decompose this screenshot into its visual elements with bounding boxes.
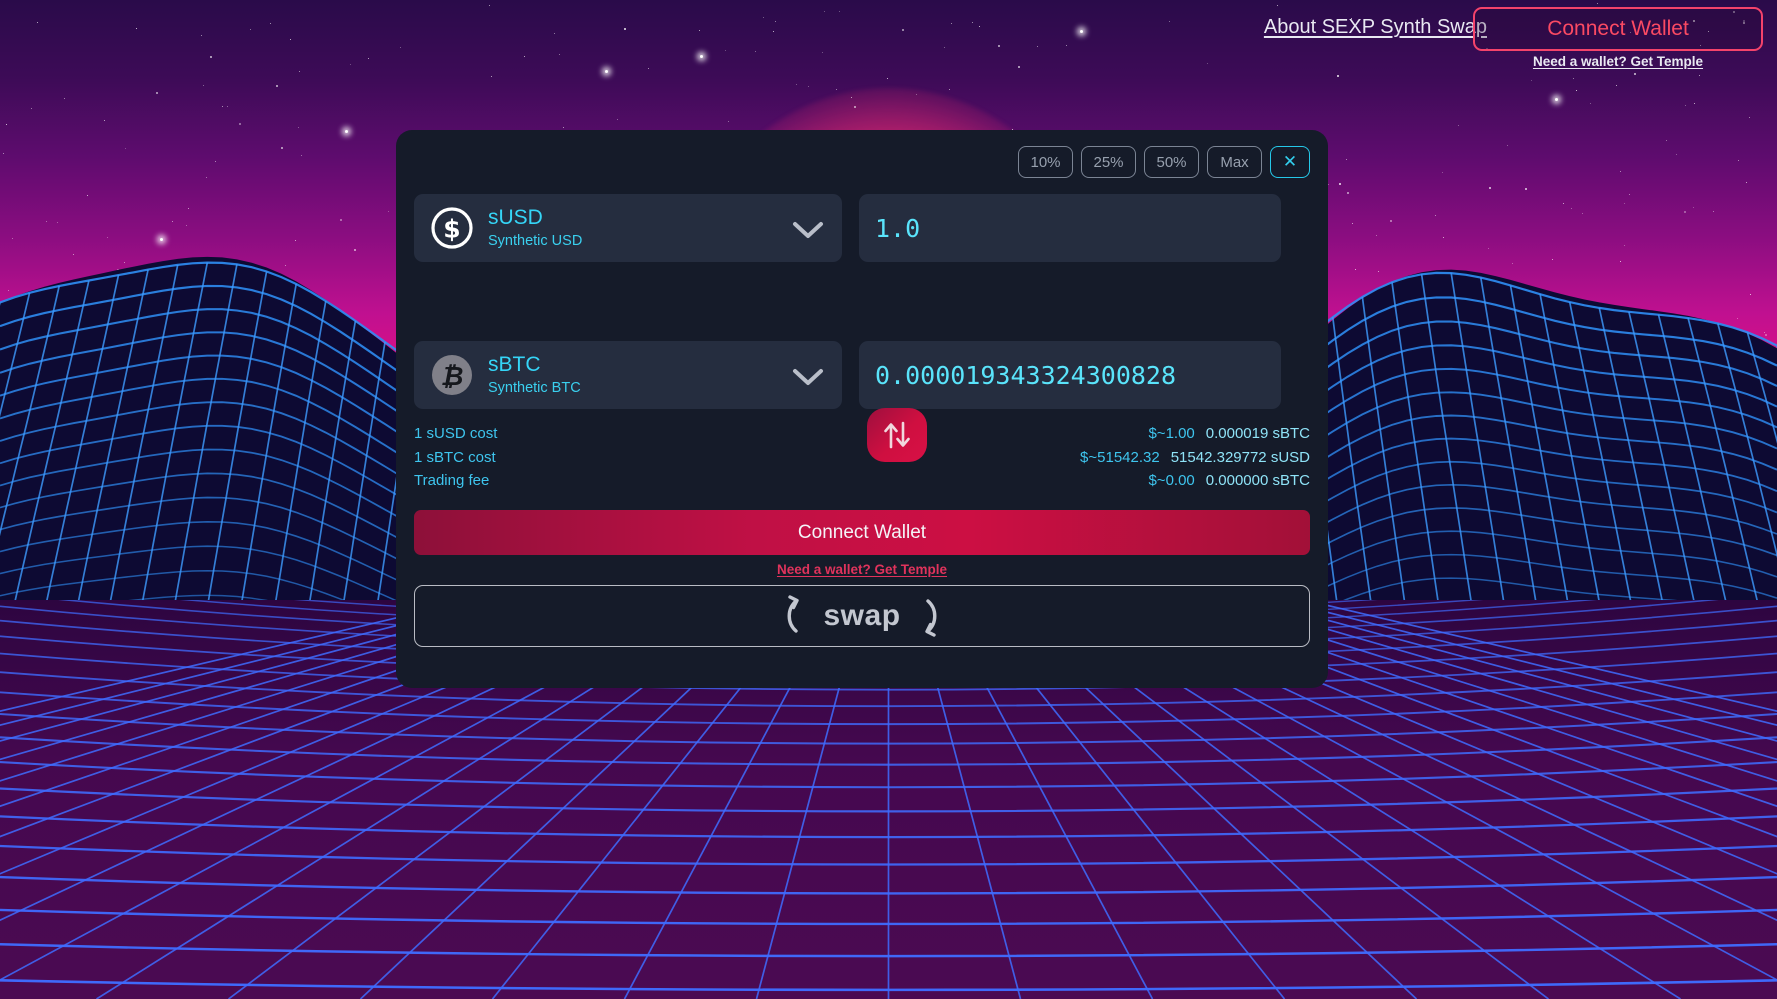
detail-values: $~1.00 0.000019 sBTC	[1148, 425, 1310, 442]
to-amount-input[interactable]: 0.000019343324300828	[859, 341, 1281, 409]
svg-text:₿: ₿	[441, 362, 464, 392]
detail-row: Trading fee $~0.00 0.000000 sBTC	[414, 472, 1310, 496]
from-token-text: sUSD Synthetic USD	[488, 206, 582, 251]
percent-button-10[interactable]: 10%	[1018, 146, 1073, 178]
percent-button-50[interactable]: 50%	[1144, 146, 1199, 178]
close-icon[interactable]: ✕	[1270, 146, 1310, 178]
dollar-coin-icon: $	[431, 207, 473, 249]
detail-values: $~0.00 0.000000 sBTC	[1148, 472, 1310, 489]
detail-label: 1 sBTC cost	[414, 448, 496, 466]
get-temple-link-header[interactable]: Need a wallet? Get Temple	[1473, 54, 1763, 69]
swap-direction-button[interactable]	[867, 408, 927, 462]
detail-usd: $~0.00	[1148, 472, 1195, 489]
chevron-down-icon	[793, 369, 823, 385]
from-token-row: $ sUSD Synthetic USD 1.0	[414, 194, 1281, 262]
to-token-row: ₿ sBTC Synthetic BTC 0.00001934332430082…	[414, 341, 1281, 409]
from-token-select[interactable]: $ sUSD Synthetic USD	[414, 194, 842, 262]
chevron-down-icon	[793, 222, 823, 238]
page-header: About SEXP Synth Swap Connect Wallet Nee…	[0, 0, 1777, 90]
percent-button-25[interactable]: 25%	[1081, 146, 1136, 178]
rate-details: 1 sUSD cost $~1.00 0.000019 sBTC 1 sBTC …	[414, 425, 1310, 496]
bitcoin-coin-icon: ₿	[432, 355, 472, 395]
from-amount-input[interactable]: 1.0	[859, 194, 1281, 262]
swap-brand-text: swap	[823, 599, 901, 632]
percent-button-max[interactable]: Max	[1207, 146, 1262, 178]
percent-button-group: 10% 25% 50% Max ✕	[1018, 146, 1310, 178]
to-token-text: sBTC Synthetic BTC	[488, 353, 581, 398]
from-token-symbol: sUSD	[488, 205, 543, 229]
to-token-select[interactable]: ₿ sBTC Synthetic BTC	[414, 341, 842, 409]
detail-amount: 0.000019 sBTC	[1205, 425, 1310, 442]
get-temple-link-card[interactable]: Need a wallet? Get Temple	[414, 562, 1310, 577]
detail-label: 1 sUSD cost	[414, 425, 498, 442]
detail-label: Trading fee	[414, 472, 490, 489]
detail-row: 1 sBTC cost $~51542.32 51542.329772 sUSD	[414, 449, 1310, 473]
detail-usd: $~51542.32	[1080, 448, 1160, 466]
from-token-name: Synthetic USD	[488, 232, 583, 249]
connect-wallet-button-card[interactable]: Connect Wallet	[414, 510, 1310, 555]
to-token-name: Synthetic BTC	[488, 379, 581, 396]
connect-wallet-button-header[interactable]: Connect Wallet	[1473, 7, 1763, 51]
about-link[interactable]: About SEXP Synth Swap	[1264, 16, 1487, 39]
detail-usd: $~1.00	[1148, 425, 1195, 442]
svg-text:$: $	[443, 215, 460, 244]
swap-brand-logo[interactable]: swap	[414, 585, 1310, 647]
detail-amount: 51542.329772 sUSD	[1170, 448, 1310, 466]
swap-card: 10% 25% 50% Max ✕ $ sUSD Synthetic USD 1…	[396, 130, 1328, 688]
detail-values: $~51542.32 51542.329772 sUSD	[1080, 449, 1310, 466]
detail-amount: 0.000000 sBTC	[1205, 472, 1310, 489]
swap-direction-arrows-icon	[884, 421, 910, 449]
detail-row: 1 sUSD cost $~1.00 0.000019 sBTC	[414, 425, 1310, 449]
to-token-symbol: sBTC	[488, 352, 541, 376]
